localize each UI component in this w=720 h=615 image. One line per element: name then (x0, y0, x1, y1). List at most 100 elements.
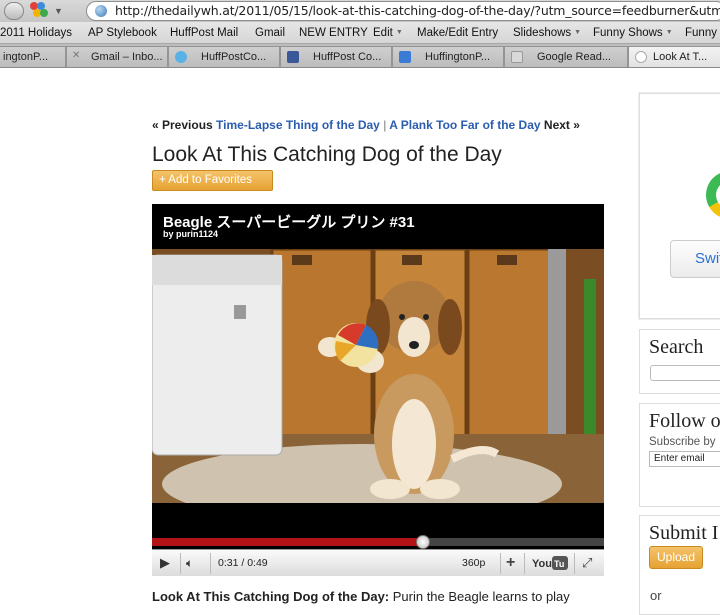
youtube-logo-svg: You Tu (532, 556, 568, 571)
tab-look-at-this[interactable]: Look At T... (628, 46, 720, 67)
bookmarks-bar: 2011 Holidays AP Stylebook HuffPost Mail… (0, 22, 720, 44)
video-player[interactable]: Beagle スーパービーグル プリン #31 by purin1124 ▶ 🔈… (152, 204, 604, 576)
fullscreen-icon[interactable]: ⤢ (582, 550, 592, 577)
tab-huffingtonpost-2[interactable]: HuffingtonP... (392, 46, 504, 67)
multi-color-menu-icon[interactable] (30, 2, 48, 18)
progress-fill (152, 538, 424, 546)
facebook-icon (287, 51, 299, 63)
tab-google-reader[interactable]: Google Read... (504, 46, 628, 67)
bookmark-label: AP Stylebook (88, 27, 157, 39)
bookmark-label: Funny S (685, 27, 720, 39)
control-divider (500, 553, 501, 574)
bookmark-slideshows[interactable]: Slideshows ▼ (513, 27, 581, 39)
browser-toolbar: ▼ http://thedailywh.at/2011/05/15/look-a… (0, 0, 720, 22)
beagle-video-frame-image (152, 249, 604, 503)
volume-icon[interactable]: 🔈︎ (186, 550, 193, 577)
chevron-down-icon: ▼ (395, 29, 403, 36)
tab-gmail[interactable]: ✕ Gmail – Inbo... (66, 46, 168, 67)
tab-label: HuffPost Co... (313, 51, 382, 63)
email-field[interactable]: Enter email (649, 451, 720, 467)
next-link[interactable]: A Plank Too Far of the Day (389, 118, 540, 132)
bookmark-label: Slideshows (513, 27, 572, 39)
globe-icon (95, 5, 107, 17)
search-input[interactable] (650, 365, 720, 381)
switch-button[interactable]: Swit (670, 240, 720, 278)
chrome-logo-icon (706, 171, 720, 219)
bookmark-huffpost-mail[interactable]: HuffPost Mail (170, 27, 238, 39)
google-reader-icon (511, 51, 523, 63)
tab-label: HuffingtonP... (425, 51, 491, 63)
bookmark-funny-shows[interactable]: Funny Shows ▼ (593, 27, 673, 39)
caption-lead: Look At This Catching Dog of the Day: (152, 589, 390, 604)
page-title: Look At This Catching Dog of the Day (152, 143, 502, 166)
or-text: or (650, 588, 662, 603)
search-title: Search (649, 336, 704, 358)
close-icon[interactable]: ✕ (72, 50, 80, 61)
huffpost-icon (399, 51, 411, 63)
tab-label: HuffPostCo... (201, 51, 267, 63)
progress-handle[interactable] (416, 535, 431, 549)
twitter-icon (175, 51, 187, 63)
video-controls: ▶ 🔈︎ 0:31 / 0:49 360p + You Tu ⤢ (152, 549, 604, 576)
bookmark-label: NEW ENTRY (299, 27, 368, 39)
video-time: 0:31 / 0:49 (218, 557, 268, 569)
video-frame[interactable] (152, 249, 604, 503)
youtube-logo-icon[interactable]: You Tu (532, 550, 568, 577)
address-bar[interactable]: http://thedailywh.at/2011/05/15/look-at-… (86, 1, 720, 21)
article-caption: Look At This Catching Dog of the Day: Pu… (152, 589, 570, 604)
tab-bar: ingtonP... ✕ Gmail – Inbo... HuffPostCo..… (0, 44, 720, 68)
bookmark-gmail[interactable]: Gmail (255, 27, 285, 39)
dropdown-arrow-icon[interactable]: ▼ (54, 6, 63, 16)
follow-subtitle: Subscribe by (649, 436, 716, 448)
upload-button[interactable]: Upload (649, 546, 703, 569)
bookmark-label: Edit (373, 27, 393, 39)
control-divider (524, 553, 525, 574)
bookmark-2011-holidays[interactable]: 2011 Holidays (0, 27, 72, 39)
add-to-favorites-button[interactable]: + Add to Favorites (152, 170, 273, 191)
tab-label: Gmail – Inbo... (91, 51, 163, 63)
story-navigation: « Previous Time-Lapse Thing of the Day |… (152, 118, 580, 132)
bookmark-label: HuffPost Mail (170, 27, 239, 39)
submit-title: Submit I (649, 522, 719, 544)
nav-separator: | (383, 118, 387, 132)
back-button[interactable] (4, 2, 24, 20)
tab-twitter-huffpostco[interactable]: HuffPostCo... (168, 46, 280, 67)
tab-label: Google Read... (537, 51, 611, 63)
previous-link[interactable]: Time-Lapse Thing of the Day (216, 118, 380, 132)
tab-huffingtonpost-1[interactable]: ingtonP... (0, 46, 66, 67)
bookmark-label: Make/Edit Entry (417, 27, 499, 39)
bookmark-funny-s[interactable]: Funny S (685, 27, 720, 39)
play-icon[interactable]: ▶ (160, 550, 170, 577)
progress-bar[interactable] (152, 535, 604, 549)
follow-widget: Follow o Subscribe by Enter email (639, 403, 720, 507)
previous-label: « Previous (152, 118, 213, 132)
tab-facebook-huffpostco[interactable]: HuffPost Co... (280, 46, 392, 67)
chevron-down-icon: ▼ (574, 29, 582, 36)
bookmark-label: Funny Shows (593, 27, 663, 39)
bookmark-new-entry[interactable]: NEW ENTRY (299, 27, 368, 39)
bookmark-edit[interactable]: Edit ▼ (373, 27, 403, 39)
control-divider (574, 553, 575, 574)
tab-label: Look At T... (653, 51, 708, 63)
url-text: http://thedailywh.at/2011/05/15/look-at-… (115, 3, 720, 18)
caption-text: Purin the Beagle learns to play (389, 589, 570, 604)
browser-promo-box: Swit (639, 93, 720, 319)
chevron-down-icon: ▼ (665, 29, 673, 36)
next-label[interactable]: Next » (544, 118, 580, 132)
submit-widget: Submit I Upload or (639, 515, 720, 615)
quality-selector[interactable]: 360p (462, 550, 485, 577)
follow-title: Follow o (649, 410, 720, 432)
bookmark-label: Gmail (255, 27, 286, 39)
plus-icon[interactable]: + (506, 550, 515, 577)
tab-label: ingtonP... (3, 51, 49, 63)
control-divider (210, 553, 211, 574)
bookmark-label: 2011 Holidays (0, 27, 73, 39)
video-byline[interactable]: by purin1124 (163, 229, 218, 239)
svg-text:You: You (532, 558, 552, 570)
bookmark-ap-stylebook[interactable]: AP Stylebook (88, 27, 157, 39)
svg-text:Tu: Tu (554, 559, 564, 569)
search-widget: Search (639, 329, 720, 394)
page-icon (635, 51, 647, 63)
bookmark-make-edit-entry[interactable]: Make/Edit Entry (417, 27, 498, 39)
page-content: « Previous Time-Lapse Thing of the Day |… (0, 69, 720, 615)
